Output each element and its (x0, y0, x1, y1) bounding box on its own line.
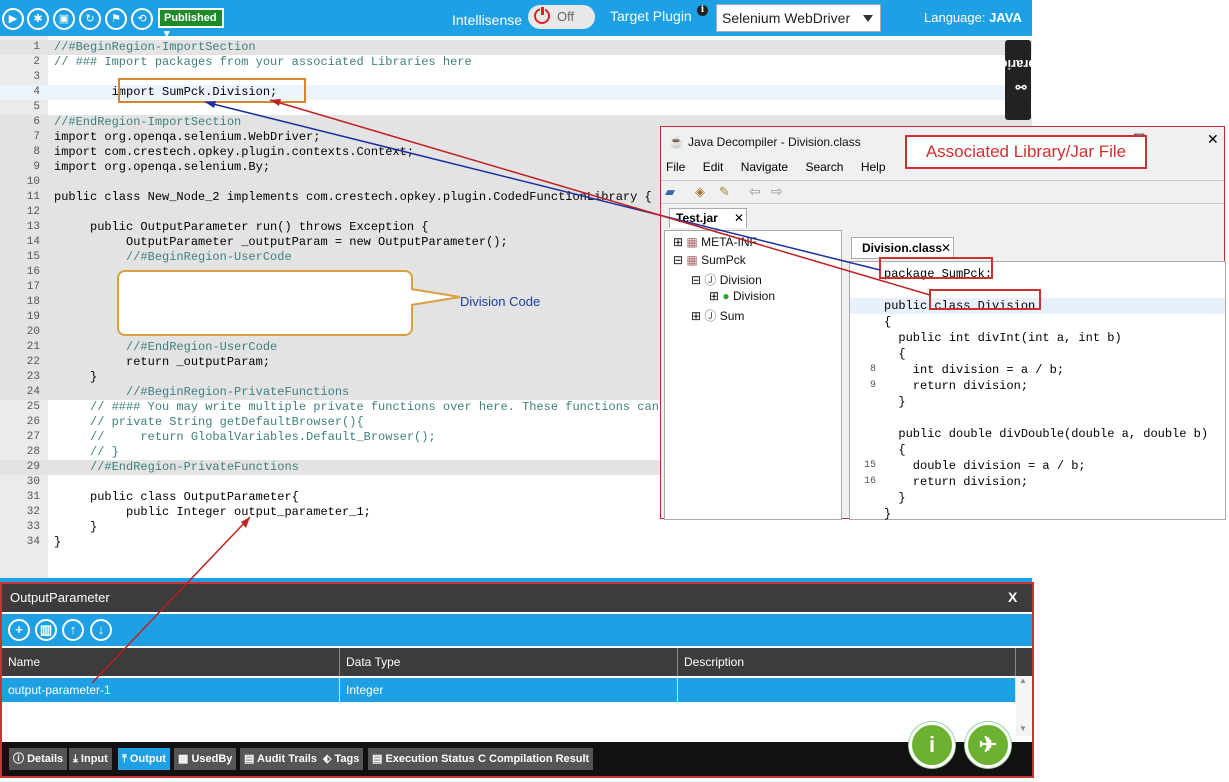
annotation-arrows (91, 99, 931, 684)
arrowhead (205, 101, 216, 108)
arrowhead (270, 99, 281, 106)
red-arrow-output (91, 516, 251, 684)
arrowhead (241, 517, 250, 528)
blue-arrow (204, 101, 881, 271)
red-arrow (269, 99, 931, 296)
